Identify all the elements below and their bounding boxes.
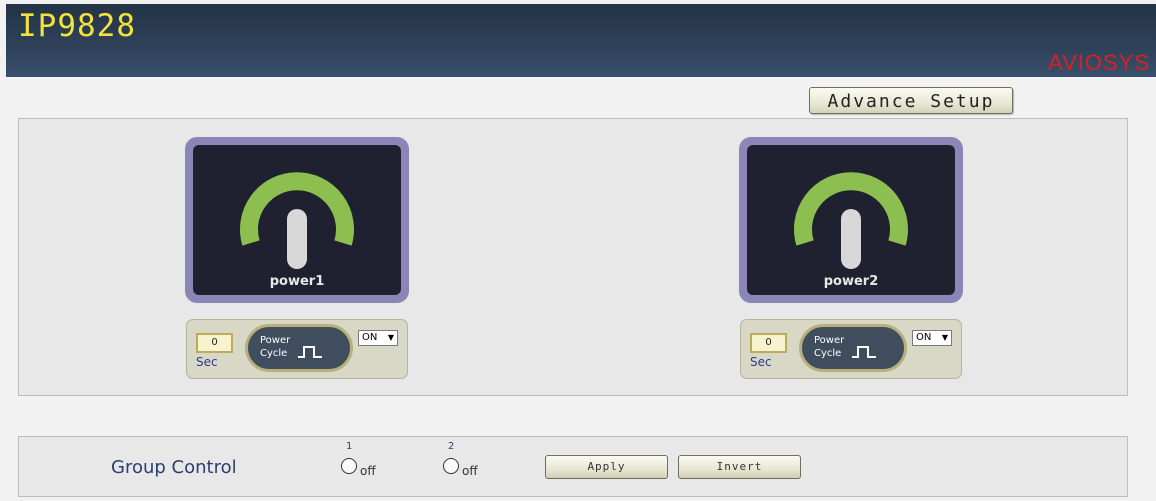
power-icon bbox=[794, 172, 908, 269]
brand-logo: AVIOSYS bbox=[1048, 50, 1150, 75]
dropdown-arrow-icon: ▼ bbox=[387, 333, 394, 342]
outlet-1-power-button[interactable]: power1 bbox=[185, 137, 409, 303]
outlet-1-mode-select[interactable]: ON ▼ bbox=[358, 330, 398, 346]
outlet-panel: power1 0 Sec Power Cycle ON ▼ power2 0 S… bbox=[18, 118, 1128, 396]
radio-2-state: off bbox=[462, 464, 478, 478]
group-radio-2: 2 off bbox=[443, 441, 503, 491]
power-cycle-label: Power Cycle bbox=[260, 335, 291, 359]
outlet-2-sec-label: Sec bbox=[750, 355, 772, 369]
page: IP9828 AVIOSYS Advance Setup power1 0 Se… bbox=[0, 0, 1156, 501]
outlet-2-name: power2 bbox=[823, 274, 879, 289]
dropdown-arrow-icon: ▼ bbox=[941, 333, 948, 342]
device-title: IP9828 bbox=[18, 8, 136, 44]
outlet-2-delay-input[interactable]: 0 bbox=[750, 333, 787, 353]
group-control-panel: Group Control 1 off 2 off Apply Invert bbox=[18, 436, 1128, 497]
outlet-1-power-cycle-button[interactable]: Power Cycle bbox=[245, 324, 353, 372]
outlet-2-display: power2 bbox=[747, 145, 955, 295]
outlet-1-controls: 0 Sec Power Cycle ON ▼ bbox=[186, 319, 408, 379]
radio-2-button[interactable] bbox=[443, 458, 459, 474]
group-control-label: Group Control bbox=[111, 457, 237, 478]
radio-1-number: 1 bbox=[346, 441, 353, 452]
radio-2-number: 2 bbox=[448, 441, 455, 452]
outlet-2-mode-select[interactable]: ON ▼ bbox=[912, 330, 952, 346]
invert-button[interactable]: Invert bbox=[678, 455, 801, 479]
outlet-2-controls: 0 Sec Power Cycle ON ▼ bbox=[740, 319, 962, 379]
outlet-1-name: power1 bbox=[269, 274, 325, 289]
outlet-2-power-button[interactable]: power2 bbox=[739, 137, 963, 303]
advance-setup-button[interactable]: Advance Setup bbox=[809, 87, 1013, 114]
pulse-icon bbox=[852, 346, 876, 358]
outlet-1-sec-label: Sec bbox=[196, 355, 218, 369]
outlet-1-display: power1 bbox=[193, 145, 401, 295]
radio-1-state: off bbox=[360, 464, 376, 478]
power-icon bbox=[240, 172, 354, 269]
outlet-2-power-cycle-button[interactable]: Power Cycle bbox=[799, 324, 907, 372]
outlet-1-delay-input[interactable]: 0 bbox=[196, 333, 233, 353]
apply-button[interactable]: Apply bbox=[545, 455, 668, 479]
radio-1-button[interactable] bbox=[341, 458, 357, 474]
header-bar: IP9828 AVIOSYS bbox=[6, 4, 1156, 77]
pulse-icon bbox=[298, 346, 322, 358]
group-radio-1: 1 off bbox=[341, 441, 401, 491]
power-cycle-label: Power Cycle bbox=[814, 335, 845, 359]
